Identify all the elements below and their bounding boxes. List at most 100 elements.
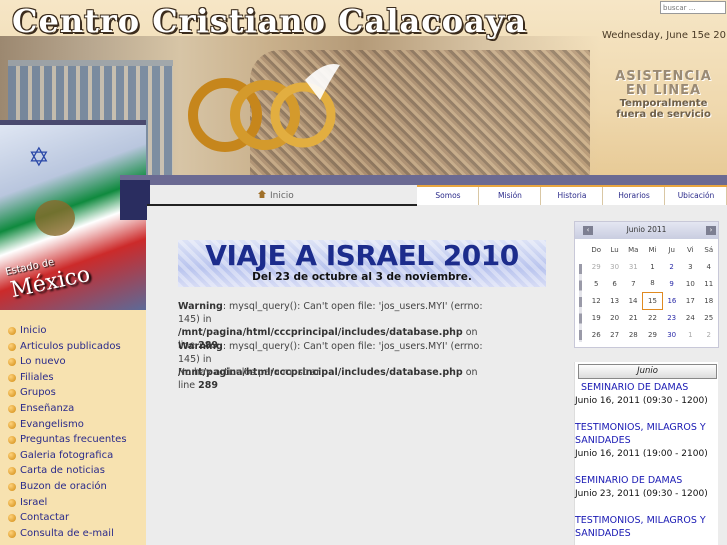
asistencia-title-line1: ASISTENCIA — [615, 69, 712, 84]
warning-label: Warning — [178, 301, 223, 312]
bullet-icon — [8, 529, 16, 538]
menu-item-preguntas[interactable]: Preguntas frecuentes — [0, 432, 146, 448]
weekday-header: Mi — [648, 246, 657, 255]
calendar-day[interactable]: 14 — [624, 292, 643, 310]
calendar-day[interactable]: 13 — [605, 292, 623, 310]
menu-item-grupos[interactable]: Grupos — [0, 385, 146, 401]
tab-historia[interactable]: Historia — [541, 185, 603, 205]
calendar-day[interactable]: 28 — [624, 327, 643, 344]
calendar-day[interactable]: 8 — [643, 275, 662, 292]
menu-item-articulos[interactable]: Articulos publicados — [0, 339, 146, 355]
event-title[interactable]: SEMINARIO DE DAMAS — [575, 381, 724, 394]
calendar-day[interactable]: 21 — [624, 310, 643, 327]
menu-item-contactar[interactable]: Contactar — [0, 510, 146, 526]
menu-item-carta[interactable]: Carta de noticias — [0, 463, 146, 479]
calendar-week-bar — [579, 264, 582, 342]
mexico-eagle-icon — [35, 200, 75, 236]
calendar-day[interactable]: 12 — [587, 292, 605, 310]
menu-item-label: Evangelismo — [20, 418, 84, 430]
menu-item-israel[interactable]: Israel — [0, 495, 146, 511]
calendar-day[interactable]: 4 — [700, 259, 718, 276]
star-of-david-icon: ✡ — [28, 143, 50, 173]
calendar-day-event[interactable]: 23 — [662, 310, 681, 327]
bullet-icon — [8, 498, 16, 507]
tab-somos[interactable]: Somos — [417, 185, 479, 205]
asistencia-title-line2: EN LINEA — [625, 83, 702, 98]
calendar-day[interactable]: 26 — [587, 327, 605, 344]
events-list: Junio SEMINARIO DE DAMAS Junio 16, 2011 … — [574, 362, 718, 545]
calendar-day[interactable]: 1 — [643, 259, 662, 276]
calendar-day-event[interactable]: 16 — [662, 292, 681, 310]
event-date: Junio 23, 2011 (09:30 - 1200) — [575, 489, 708, 499]
weekday-header: Vi — [687, 246, 694, 255]
calendar-day[interactable]: 25 — [700, 310, 718, 327]
menu-item-inicio[interactable]: Inicio — [0, 323, 146, 339]
menu-item-email[interactable]: Consulta de e-mail — [0, 526, 146, 542]
menu-item-label: Consulta de e-mail — [20, 527, 114, 539]
event-title[interactable]: SEMINARIO DE DAMAS — [575, 474, 718, 487]
home-icon — [258, 190, 266, 198]
calendar-day[interactable]: 29 — [643, 327, 662, 344]
menu-item-label: Inicio — [20, 325, 47, 336]
calendar-day: 1 — [688, 330, 693, 339]
bullet-icon — [8, 342, 16, 351]
tab-mision[interactable]: Misión — [479, 185, 541, 205]
bullet-icon — [8, 514, 16, 523]
no-articles-message: No hay articulos para mostrar — [178, 367, 321, 378]
event-title[interactable]: TESTIMONIOS, MILAGROS Y SANIDADES — [575, 421, 718, 447]
menu-item-label: Israel — [20, 496, 48, 508]
breadcrumb-inicio[interactable]: Inicio — [270, 191, 294, 201]
calendar-day[interactable]: 19 — [587, 310, 605, 327]
warning-line: 289 — [198, 380, 219, 391]
calendar-day[interactable]: 10 — [681, 275, 699, 292]
calendar-day: 30 — [610, 262, 620, 271]
calendar-day[interactable]: 5 — [587, 275, 605, 292]
calendar-day-event[interactable]: 9 — [662, 275, 681, 292]
calendar-day: 31 — [628, 262, 638, 271]
israel-trip-banner[interactable]: VIAJE A ISRAEL 2010 Del 23 de octubre al… — [178, 240, 546, 287]
php-warning-2: Warning: mysql_query(): Can't open file:… — [178, 340, 488, 392]
tab-ubicacion[interactable]: Ubicación — [665, 185, 727, 205]
menu-item-galeria[interactable]: Galeria fotografica — [0, 448, 146, 464]
calendar-day[interactable]: 17 — [681, 292, 699, 310]
calendar-day[interactable]: 11 — [700, 275, 718, 292]
event-date: Junio 16, 2011 (19:00 - 2100) — [575, 449, 708, 459]
bullet-icon — [8, 436, 16, 445]
warning-path: /mnt/pagina/html/cccprincipal/includes/d… — [178, 327, 463, 338]
menu-item-ensenanza[interactable]: Enseñanza — [0, 401, 146, 417]
calendar-day[interactable]: 27 — [605, 327, 623, 344]
menu-item-buzon[interactable]: Buzon de oración — [0, 479, 146, 495]
calendar-day-event[interactable]: 2 — [662, 259, 681, 276]
asistencia-status-line2: fuera de servicio — [616, 109, 711, 120]
calendar-day[interactable]: 7 — [624, 275, 643, 292]
calendar-day-event[interactable]: 30 — [662, 327, 681, 344]
calendar-next-button[interactable]: › — [706, 226, 716, 235]
calendar-day-today[interactable]: 15 — [642, 291, 663, 310]
calendar-header: ‹ Junio 2011 › — [575, 222, 718, 239]
calendar-day[interactable]: 24 — [681, 310, 699, 327]
search-input[interactable] — [660, 1, 726, 14]
current-date: Wednesday, June 15e 2011 — [602, 30, 727, 41]
event-title[interactable]: TESTIMONIOS, MILAGROS Y SANIDADES — [575, 514, 718, 540]
menu-item-filiales[interactable]: Filiales — [0, 370, 146, 386]
header-divider-band — [120, 175, 727, 185]
bullet-icon — [8, 482, 16, 491]
calendar-grid: Do Lu Ma Mi Ju Vi Sá 29 30 31 1 2 3 4 5 … — [587, 242, 718, 343]
asistencia-en-linea-banner[interactable]: ASISTENCIA EN LINEA Temporalmente fuera … — [606, 69, 721, 121]
bullet-icon — [8, 451, 16, 460]
header-divider-corner — [120, 180, 150, 220]
menu-item-label: Contactar — [20, 512, 70, 524]
tab-horarios[interactable]: Horarios — [603, 185, 665, 205]
weekday-header: Sá — [704, 246, 714, 255]
top-nav: Somos Misión Historia Horarios Ubicación — [417, 185, 727, 205]
warning-label: Warning — [178, 341, 223, 352]
calendar-day[interactable]: 3 — [681, 259, 699, 276]
calendar-day[interactable]: 18 — [700, 292, 718, 310]
calendar-day[interactable]: 6 — [605, 275, 623, 292]
menu-item-evangelismo[interactable]: Evangelismo — [0, 417, 146, 433]
calendar-day[interactable]: 20 — [605, 310, 623, 327]
calendar-day[interactable]: 22 — [643, 310, 662, 327]
menu-item-label: Articulos publicados — [20, 340, 121, 352]
main-menu: Inicio Articulos publicados Lo nuevo Fil… — [0, 323, 146, 545]
menu-item-lo-nuevo[interactable]: Lo nuevo — [0, 354, 146, 370]
